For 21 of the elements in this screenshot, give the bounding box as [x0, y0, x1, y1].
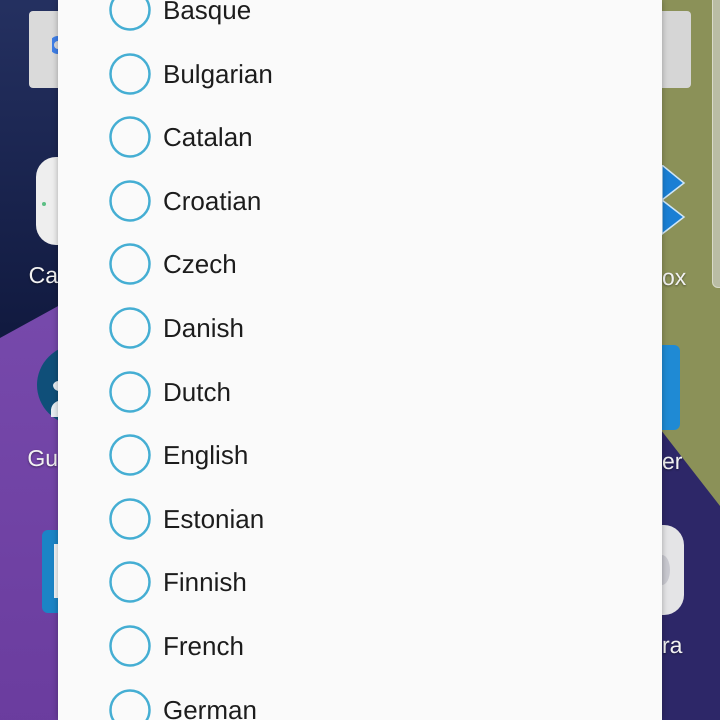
- language-option[interactable]: Estonian: [58, 486, 274, 551]
- language-option[interactable]: French: [58, 614, 254, 678]
- app-label: Ca: [28, 261, 58, 289]
- language-option[interactable]: Croatian: [58, 168, 272, 233]
- language-option[interactable]: Basque: [58, 0, 262, 42]
- language-option[interactable]: English: [58, 423, 258, 487]
- logo-icon: [52, 36, 58, 54]
- search-widget[interactable]: [29, 11, 58, 88]
- app-label: ra: [662, 631, 682, 659]
- app-label: Gu: [27, 444, 58, 472]
- app-icon[interactable]: [36, 157, 58, 245]
- language-option[interactable]: Dutch: [58, 360, 241, 424]
- app-label: ox: [662, 263, 686, 291]
- app-icon[interactable]: [662, 525, 684, 615]
- language-option[interactable]: Czech: [58, 232, 247, 296]
- app-label: er: [662, 447, 682, 475]
- language-option[interactable]: German: [58, 678, 267, 720]
- language-option[interactable]: Bulgarian: [58, 42, 283, 106]
- language-option[interactable]: Danish: [58, 296, 254, 360]
- language-option[interactable]: Catalan: [58, 105, 263, 169]
- language-option[interactable]: Finnish: [58, 550, 257, 614]
